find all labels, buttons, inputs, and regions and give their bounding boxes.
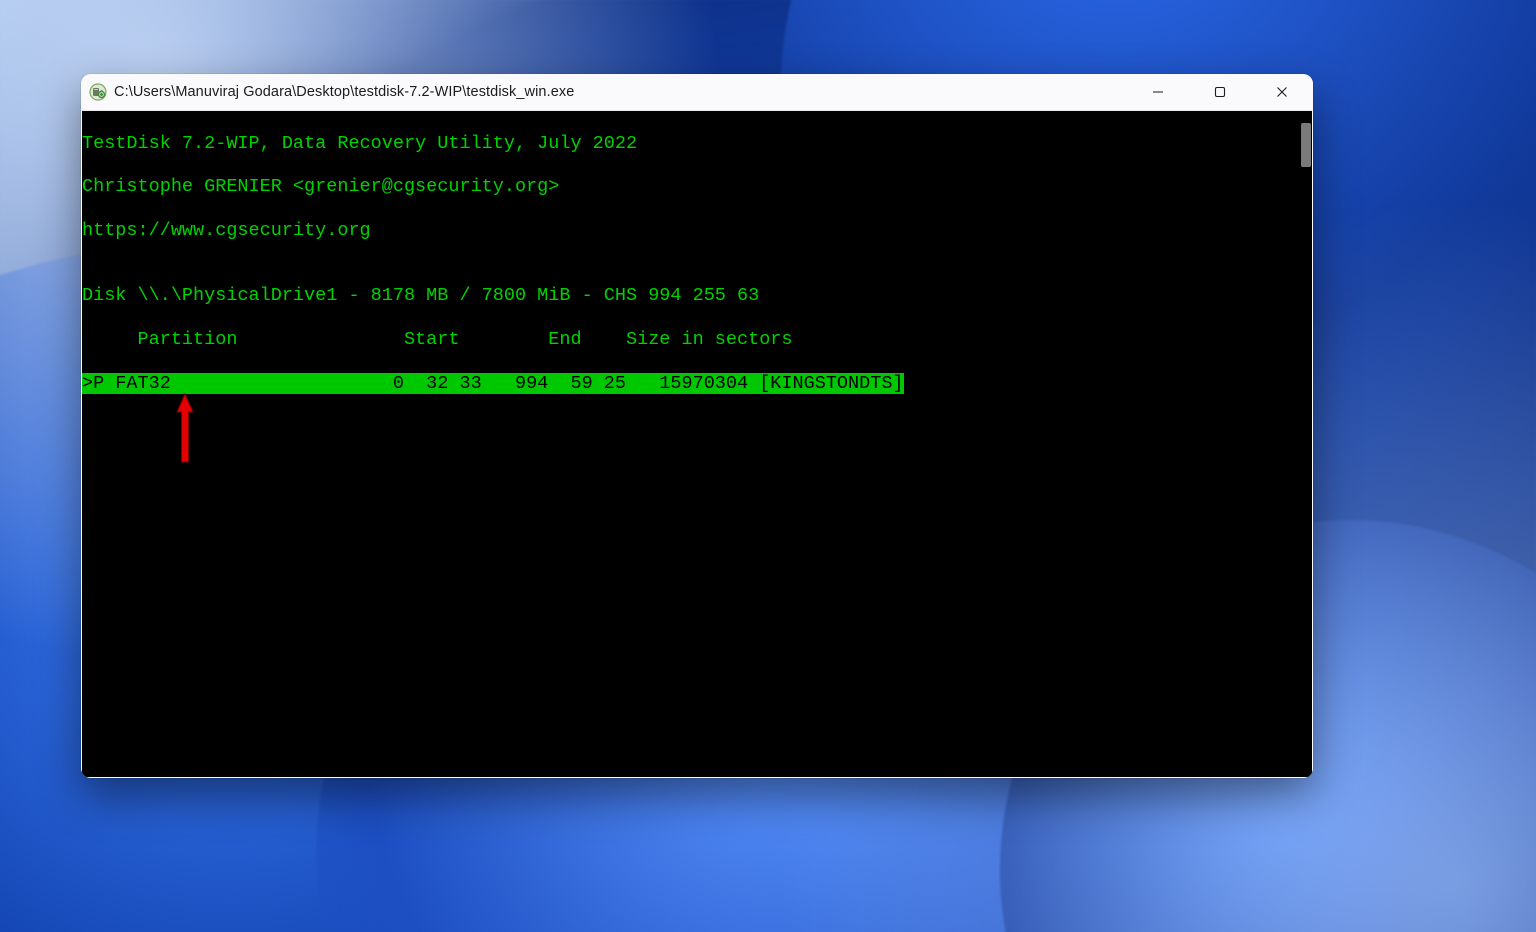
- maximize-button[interactable]: [1189, 74, 1251, 110]
- close-button[interactable]: [1251, 74, 1313, 110]
- term-blank: [82, 460, 1296, 482]
- app-icon: [89, 83, 107, 101]
- term-blank: [82, 678, 1296, 700]
- partition-row-highlight: >P FAT32 0 32 33 994 59 25 15970304 [KIN…: [82, 373, 904, 395]
- maximize-icon: [1214, 86, 1226, 98]
- term-blank: [82, 591, 1296, 613]
- term-blank: [82, 547, 1296, 569]
- terminal[interactable]: TestDisk 7.2-WIP, Data Recovery Utility,…: [82, 111, 1296, 777]
- scrollbar-thumb[interactable]: [1301, 123, 1311, 167]
- term-blank: [82, 634, 1296, 656]
- caption-buttons: [1127, 74, 1313, 110]
- term-blank: [82, 503, 1296, 525]
- term-blank: [82, 416, 1296, 438]
- close-icon: [1276, 86, 1288, 98]
- term-line: https://www.cgsecurity.org: [82, 220, 1296, 242]
- window-title: C:\Users\Manuviraj Godara\Desktop\testdi…: [114, 84, 574, 100]
- app-window: C:\Users\Manuviraj Godara\Desktop\testdi…: [81, 74, 1313, 778]
- term-header-line: Partition Start End Size in sectors: [82, 329, 1296, 351]
- scrollbar[interactable]: [1296, 111, 1312, 777]
- minimize-button[interactable]: [1127, 74, 1189, 110]
- partition-row-selected[interactable]: >P FAT32 0 32 33 994 59 25 15970304 [KIN…: [82, 373, 1296, 395]
- term-blank: [82, 765, 1296, 778]
- titlebar[interactable]: C:\Users\Manuviraj Godara\Desktop\testdi…: [81, 74, 1313, 111]
- term-line: Disk \\.\PhysicalDrive1 - 8178 MB / 7800…: [82, 285, 1296, 307]
- term-line: Christophe GRENIER <grenier@cgsecurity.o…: [82, 176, 1296, 198]
- term-line: TestDisk 7.2-WIP, Data Recovery Utility,…: [82, 133, 1296, 155]
- minimize-icon: [1152, 86, 1164, 98]
- terminal-client-area: TestDisk 7.2-WIP, Data Recovery Utility,…: [82, 111, 1312, 777]
- term-blank: [82, 721, 1296, 743]
